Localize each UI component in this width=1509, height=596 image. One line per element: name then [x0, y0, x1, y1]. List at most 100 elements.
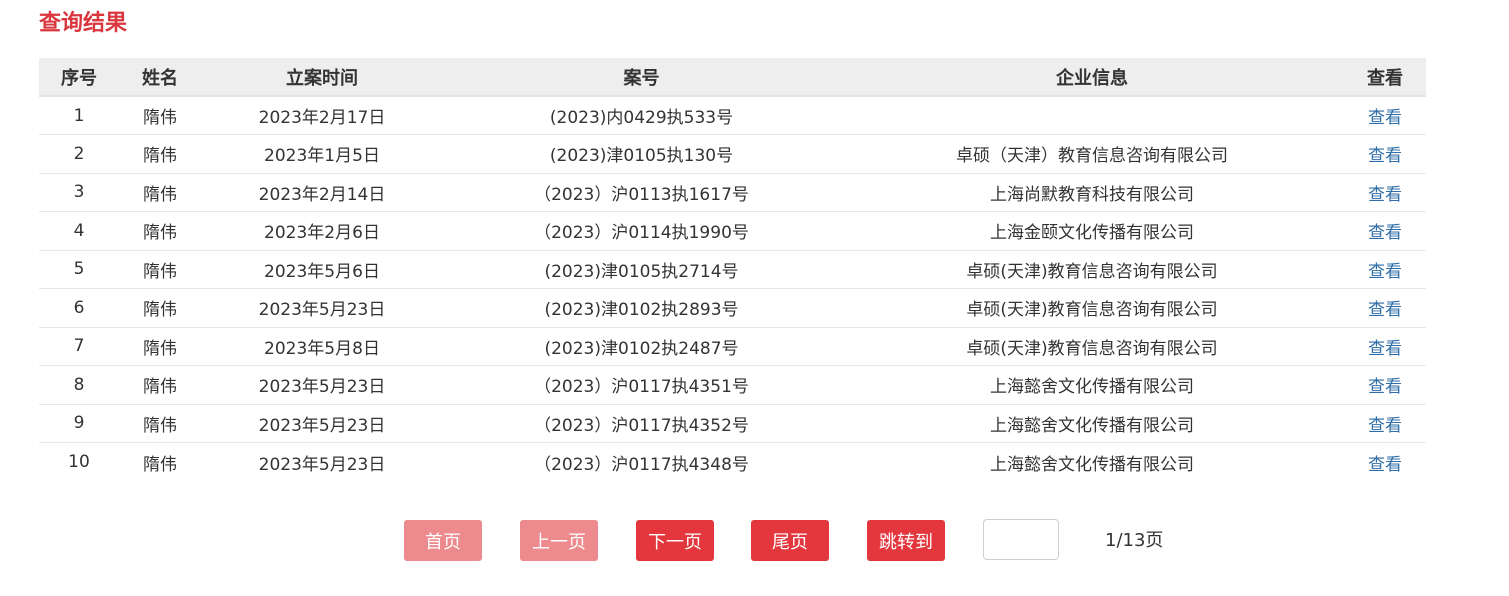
table-row: 9 隋伟 2023年5月23日 （2023）沪0117执4352号 上海懿舍文化…	[39, 404, 1426, 443]
view-link[interactable]: 查看	[1368, 223, 1402, 243]
cell-view: 查看	[1344, 173, 1426, 212]
cell-case-no: (2023)津0105执130号	[443, 134, 840, 174]
view-link[interactable]: 查看	[1368, 455, 1402, 475]
cell-case-no: (2023)津0105执2714号	[443, 250, 840, 289]
cell-date: 2023年5月23日	[201, 365, 443, 405]
cell-index: 9	[39, 404, 119, 443]
cell-name: 隋伟	[143, 454, 177, 475]
cell-name: 隋伟	[119, 134, 201, 174]
cell-name: 隋伟	[119, 211, 201, 251]
cell-company: 上海金颐文化传播有限公司	[840, 211, 1344, 251]
header-index: 序号	[39, 58, 119, 97]
cell-case-no: （2023）沪0117执4351号	[443, 365, 840, 405]
view-link[interactable]: 查看	[1368, 377, 1402, 397]
cell-index: 8	[39, 365, 119, 405]
table-row: 4 隋伟 2023年2月6日 （2023）沪0114执1990号 上海金颐文化传…	[39, 211, 1426, 251]
page-indicator: 1/13页	[1105, 530, 1164, 551]
cell-name: 隋伟	[119, 327, 201, 366]
cell-company: 上海懿舍文化传播有限公司	[840, 404, 1344, 443]
header-case-no: 案号	[443, 58, 840, 97]
header-company: 企业信息	[840, 58, 1344, 97]
view-link[interactable]: 查看	[1368, 416, 1402, 436]
page-title: 查询结果	[39, 11, 128, 36]
cell-date: 2023年5月23日	[201, 288, 443, 328]
cell-index: 7	[39, 327, 119, 366]
cell-case-no: （2023）沪0114执1990号	[443, 211, 840, 251]
next-page-button[interactable]: 下一页	[636, 520, 714, 561]
table-row: 3 隋伟 2023年2月14日 （2023）沪0113执1617号 上海尚默教育…	[39, 173, 1426, 212]
table-row: 10 隋伟 2023年5月23日 （2023）沪0117执4348号 上海懿舍文…	[39, 443, 1426, 482]
cell-name: 隋伟	[119, 173, 201, 212]
page-number-input[interactable]	[983, 519, 1059, 560]
table-row: 1 隋伟 2023年2月17日 (2023)内0429执533号 查看	[39, 96, 1426, 135]
view-link[interactable]: 查看	[1368, 185, 1402, 205]
cell-view: 查看	[1344, 96, 1426, 135]
cell-company: 上海懿舍文化传播有限公司	[840, 365, 1344, 405]
table-body: 1 隋伟 2023年2月17日 (2023)内0429执533号 查看 2 隋伟…	[39, 96, 1426, 481]
cell-name: 隋伟	[119, 96, 201, 135]
view-link[interactable]: 查看	[1368, 262, 1402, 282]
cell-case-no: （2023）沪0113执1617号	[443, 173, 840, 212]
cell-view: 查看	[1344, 211, 1426, 251]
cell-company: 卓硕(天津)教育信息咨询有限公司	[840, 327, 1344, 366]
cell-name: 隋伟	[119, 365, 201, 405]
header-date: 立案时间	[201, 58, 443, 97]
cell-company: 上海懿舍文化传播有限公司	[990, 454, 1194, 475]
cell-company: 卓硕（天津）教育信息咨询有限公司	[840, 134, 1344, 174]
cell-view: 查看	[1344, 327, 1426, 366]
table-row: 7 隋伟 2023年5月8日 (2023)津0102执2487号 卓硕(天津)教…	[39, 327, 1426, 366]
results-table-container: 序号 姓名 立案时间 案号 企业信息 查看 1 隋伟 2023年2月17日 (2…	[39, 58, 1426, 481]
prev-page-button[interactable]: 上一页	[520, 520, 598, 561]
cell-date: 2023年5月8日	[201, 327, 443, 366]
table-header: 序号 姓名 立案时间 案号 企业信息 查看	[39, 58, 1426, 97]
results-table: 序号 姓名 立案时间 案号 企业信息 查看 1 隋伟 2023年2月17日 (2…	[39, 58, 1426, 481]
view-link[interactable]: 查看	[1368, 339, 1402, 359]
first-page-button[interactable]: 首页	[404, 520, 482, 561]
view-link[interactable]: 查看	[1368, 146, 1402, 166]
cell-date: 2023年2月14日	[201, 173, 443, 212]
cell-company: 上海尚默教育科技有限公司	[840, 173, 1344, 212]
cell-index: 6	[39, 288, 119, 328]
cell-date: 2023年2月6日	[201, 211, 443, 251]
view-link[interactable]: 查看	[1368, 108, 1402, 128]
jump-to-button[interactable]: 跳转到	[867, 520, 945, 561]
cell-index: 1	[39, 96, 119, 135]
cell-date: 2023年5月23日	[201, 404, 443, 443]
pagination: 首页 上一页 下一页 尾页 跳转到 1/13页	[0, 519, 1509, 562]
table-row: 2 隋伟 2023年1月5日 (2023)津0105执130号 卓硕（天津）教育…	[39, 134, 1426, 174]
cell-company: 卓硕(天津)教育信息咨询有限公司	[840, 250, 1344, 289]
cell-index: 5	[39, 250, 119, 289]
cell-date: 2023年5月23日	[258, 454, 386, 475]
table-row: 8 隋伟 2023年5月23日 （2023）沪0117执4351号 上海懿舍文化…	[39, 365, 1426, 405]
cell-view: 查看	[1344, 134, 1426, 174]
cell-name: 隋伟	[119, 404, 201, 443]
header-row: 序号 姓名 立案时间 案号 企业信息 查看	[39, 58, 1426, 97]
cell-case-no: （2023）沪0117执4348号	[534, 454, 749, 475]
cell-view: 查看	[1344, 365, 1426, 405]
cell-date: 2023年5月6日	[201, 250, 443, 289]
cell-case-no: (2023)津0102执2487号	[443, 327, 840, 366]
cell-index: 2	[39, 134, 119, 174]
cell-date: 2023年2月17日	[201, 96, 443, 135]
cell-case-no: (2023)津0102执2893号	[443, 288, 840, 328]
cell-date: 2023年1月5日	[201, 134, 443, 174]
cell-case-no: （2023）沪0117执4352号	[443, 404, 840, 443]
cell-company	[840, 96, 1344, 135]
cell-name: 隋伟	[119, 288, 201, 328]
cell-view: 查看	[1344, 250, 1426, 289]
cell-case-no: (2023)内0429执533号	[443, 96, 840, 135]
table-row: 5 隋伟 2023年5月6日 (2023)津0105执2714号 卓硕(天津)教…	[39, 250, 1426, 289]
cell-view: 查看	[1344, 288, 1426, 328]
last-page-button[interactable]: 尾页	[751, 520, 829, 561]
cell-index: 3	[39, 173, 119, 212]
cell-view: 查看	[1344, 404, 1426, 443]
header-view: 查看	[1344, 58, 1426, 97]
cell-view: 查看	[1344, 443, 1426, 482]
cell-index: 4	[39, 211, 119, 251]
cell-company: 卓硕(天津)教育信息咨询有限公司	[840, 288, 1344, 328]
cell-name: 隋伟	[119, 250, 201, 289]
table-row: 6 隋伟 2023年5月23日 (2023)津0102执2893号 卓硕(天津)…	[39, 288, 1426, 328]
header-name: 姓名	[119, 58, 201, 97]
view-link[interactable]: 查看	[1368, 300, 1402, 320]
cell-index: 10	[68, 452, 90, 472]
